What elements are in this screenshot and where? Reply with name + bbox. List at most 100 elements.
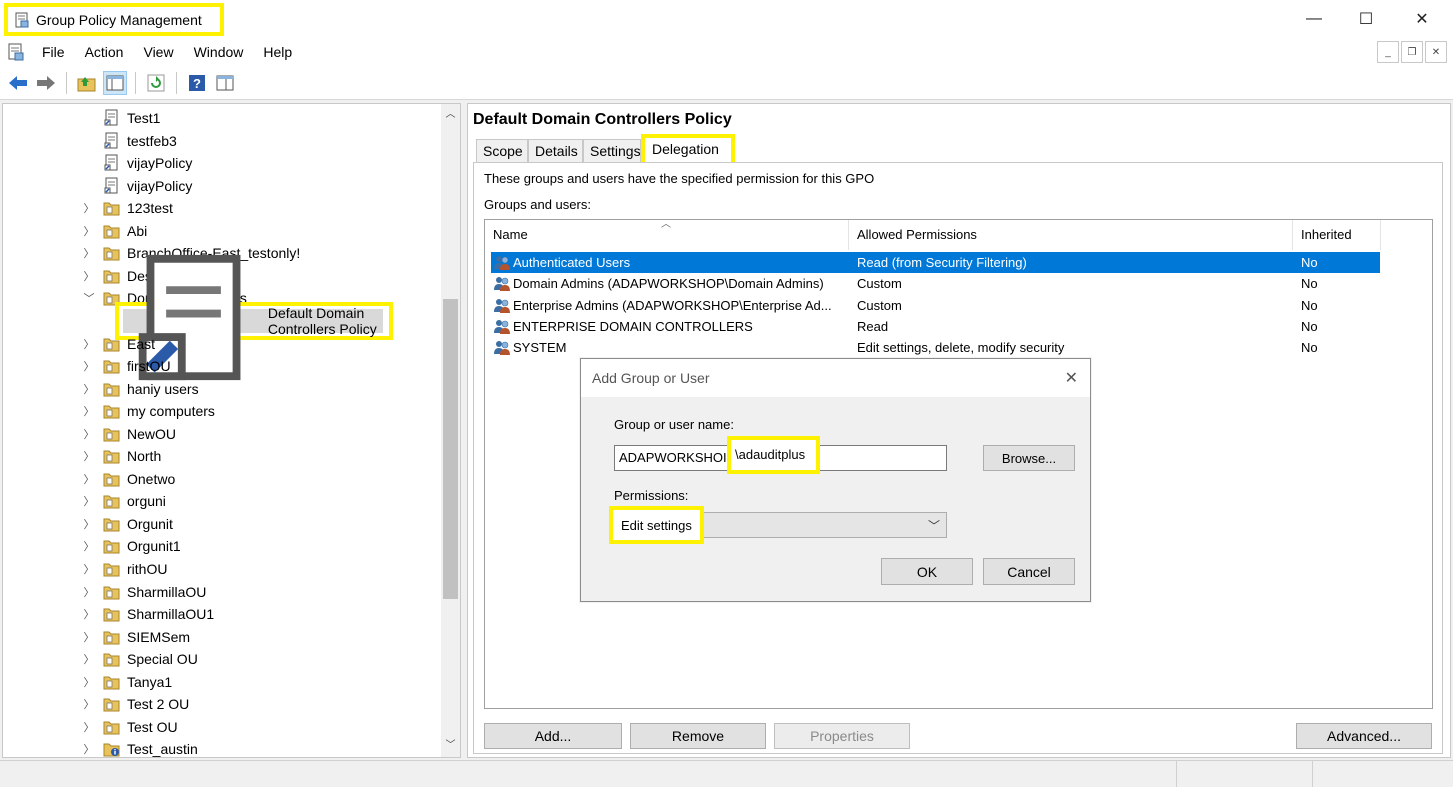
column-inherited[interactable]: Inherited xyxy=(1293,220,1381,250)
minimize-button[interactable]: — xyxy=(1286,0,1342,38)
add-button[interactable]: Add... xyxy=(484,723,622,749)
tree-item[interactable]: 〉 North xyxy=(83,445,162,467)
expand-chevron-icon[interactable]: 〉 xyxy=(83,651,95,667)
tree-item[interactable]: vijayPolicy xyxy=(103,152,192,174)
tree-item[interactable]: 〉 NewOU xyxy=(83,423,177,445)
list-row[interactable]: SYSTEM Edit settings, delete, modify secu… xyxy=(491,337,1380,358)
tree-item[interactable]: 〉 my computers xyxy=(83,400,215,422)
tree-item[interactable]: testfeb3 xyxy=(103,130,177,152)
dialog-close-icon[interactable]: ✕ xyxy=(1065,368,1078,388)
tree-item[interactable]: 〉 Test 2 OU xyxy=(83,693,190,715)
up-folder-button[interactable] xyxy=(75,71,99,95)
expand-chevron-icon[interactable]: 〉 xyxy=(83,493,95,509)
expand-chevron-icon[interactable]: 〉 xyxy=(83,741,95,757)
tree-item[interactable]: 〉 123test xyxy=(83,197,173,219)
ou-folder-icon xyxy=(103,225,120,239)
list-row[interactable]: Enterprise Admins (ADAPWORKSHOP\Enterpri… xyxy=(491,295,1380,316)
ok-button[interactable]: OK xyxy=(881,558,973,585)
expand-chevron-icon[interactable]: 〉 xyxy=(83,629,95,645)
browse-button[interactable]: Browse... xyxy=(983,445,1075,471)
menu-help[interactable]: Help xyxy=(253,38,302,66)
console-tree[interactable]: Test1 testfeb3 vijayPolicy vijayPolicy 〉 123t… xyxy=(2,103,461,758)
tree-item[interactable]: Test1 xyxy=(103,107,160,129)
tree-item[interactable]: 〉 Abi xyxy=(83,220,148,242)
menu-window[interactable]: Window xyxy=(184,38,254,66)
mdi-minimize-button[interactable]: _ xyxy=(1377,41,1399,63)
tree-item-label: East xyxy=(127,335,156,352)
expand-chevron-icon[interactable]: 〉 xyxy=(83,561,95,577)
tree-item[interactable]: 〉 Orgunit xyxy=(83,513,173,535)
back-button[interactable] xyxy=(6,71,30,95)
expand-chevron-icon[interactable]: 〉 xyxy=(83,268,95,284)
toolbar-separator xyxy=(135,71,136,94)
expand-chevron-icon[interactable]: 〉 xyxy=(83,448,95,464)
expand-chevron-icon[interactable]: 〉 xyxy=(83,426,95,442)
column-allowed-permissions[interactable]: Allowed Permissions xyxy=(849,220,1293,250)
tree-item[interactable]: 〉 SIEMSem xyxy=(83,626,191,648)
tree-item[interactable]: 〉 Tanya1 xyxy=(83,671,173,693)
remove-button[interactable]: Remove xyxy=(630,723,766,749)
tree-item[interactable]: 〉 SharmillaOU xyxy=(83,581,207,603)
scroll-thumb[interactable] xyxy=(443,299,458,599)
tree-item[interactable]: vijayPolicy xyxy=(103,175,192,197)
expand-chevron-icon[interactable]: 〉 xyxy=(83,696,95,712)
expand-chevron-icon[interactable]: 〉 xyxy=(83,245,95,261)
show-hide-tree-button[interactable] xyxy=(103,70,127,95)
help-button[interactable]: ? xyxy=(185,71,209,95)
menu-view[interactable]: View xyxy=(133,38,183,66)
expand-chevron-icon[interactable]: 〉 xyxy=(83,516,95,532)
scroll-down-icon[interactable]: ﹀ xyxy=(441,737,460,755)
properties-button[interactable] xyxy=(213,71,237,95)
tree-item-selected[interactable]: Default Domain Controllers Policy xyxy=(123,254,383,380)
tab-details[interactable]: Details xyxy=(528,139,583,162)
expand-chevron-icon[interactable]: 〉 xyxy=(83,200,95,216)
tree-item[interactable]: 〉 Onetwo xyxy=(83,468,176,490)
tree-item[interactable]: 〉 Orgunit1 xyxy=(83,535,181,557)
tree-item[interactable]: 〉 rithOU xyxy=(83,558,168,580)
expand-chevron-icon[interactable]: 〉 xyxy=(83,336,95,352)
expand-chevron-icon[interactable]: 〉 xyxy=(83,358,95,374)
tree-item[interactable]: 〉 haniy users xyxy=(83,378,199,400)
tree-item[interactable]: 〉 Test OU xyxy=(83,716,178,738)
gpo-title: Default Domain Controllers Policy xyxy=(473,111,732,128)
tree-item[interactable]: 〉 Special OU xyxy=(83,648,198,670)
expand-chevron-icon[interactable]: 〉 xyxy=(83,584,95,600)
mdi-close-button[interactable]: ✕ xyxy=(1425,41,1447,63)
cancel-button[interactable]: Cancel xyxy=(983,558,1075,585)
tree-scrollbar[interactable]: ︿ ﹀ xyxy=(441,104,460,757)
properties-button[interactable]: Properties xyxy=(774,723,910,749)
expand-chevron-icon[interactable]: 〉 xyxy=(83,606,95,622)
advanced-button[interactable]: Advanced... xyxy=(1296,723,1432,749)
mdi-restore-button[interactable]: ❐ xyxy=(1401,41,1423,63)
tree-item[interactable]: 〉 orguni xyxy=(83,490,166,512)
expand-chevron-icon[interactable]: 〉 xyxy=(83,471,95,487)
tree-item[interactable]: 〉 Test_austin xyxy=(83,738,198,757)
tree-item[interactable]: 〉 East xyxy=(83,333,156,355)
expand-chevron-icon[interactable]: 〉 xyxy=(83,381,95,397)
tab-settings[interactable]: Settings xyxy=(583,139,641,162)
list-row[interactable]: Authenticated Users Read (from Security F… xyxy=(491,252,1380,273)
list-row[interactable]: Domain Admins (ADAPWORKSHOP\Domain Admin… xyxy=(491,273,1380,294)
expand-chevron-icon[interactable]: 〉 xyxy=(83,674,95,690)
expand-chevron-icon[interactable]: 〉 xyxy=(83,223,95,239)
tree-item[interactable]: 〉 SharmillaOU1 xyxy=(83,603,215,625)
expand-chevron-icon[interactable]: 〉 xyxy=(83,719,95,735)
tree-item[interactable]: 〉 firstOU xyxy=(83,355,171,377)
close-button[interactable]: ✕ xyxy=(1394,0,1450,38)
menu-file[interactable]: File xyxy=(32,38,75,66)
console-icon[interactable] xyxy=(6,42,26,62)
collapse-chevron-icon[interactable]: ﹀ xyxy=(83,290,95,306)
tab-scope[interactable]: Scope xyxy=(476,139,528,162)
refresh-button[interactable] xyxy=(144,71,168,95)
forward-button[interactable] xyxy=(34,71,58,95)
list-row[interactable]: ENTERPRISE DOMAIN CONTROLLERS Read No xyxy=(491,316,1380,337)
tab-delegation[interactable]: Delegation xyxy=(647,139,724,159)
groups-label: Groups and users: xyxy=(484,197,591,212)
menu-action[interactable]: Action xyxy=(75,38,134,66)
row-name: ENTERPRISE DOMAIN CONTROLLERS xyxy=(513,318,753,334)
expand-chevron-icon[interactable]: 〉 xyxy=(83,538,95,554)
expand-chevron-icon[interactable]: 〉 xyxy=(83,403,95,419)
column-name[interactable]: Name xyxy=(485,220,849,250)
scroll-up-icon[interactable]: ︿ xyxy=(441,106,460,124)
maximize-button[interactable]: ☐ xyxy=(1338,0,1394,38)
